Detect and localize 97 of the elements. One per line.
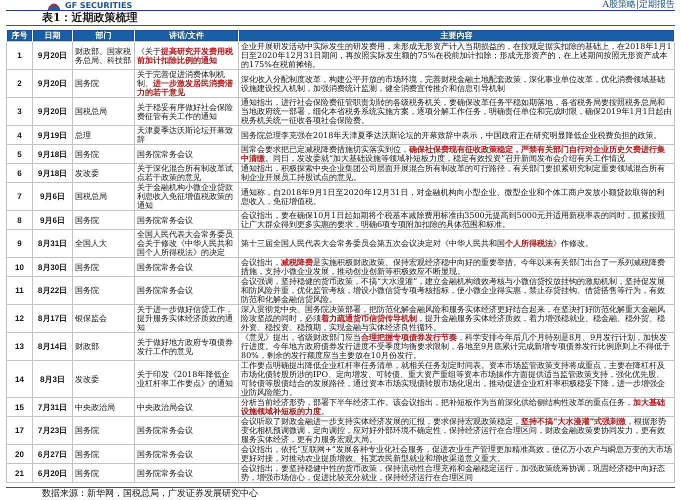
table-cell: 11	[6, 276, 32, 304]
table-cell: 关于深化混合所有制改革试点若干政策的意见	[134, 164, 238, 182]
table-cell: 9月20日	[32, 42, 72, 70]
table-cell: 国务院常务会议	[134, 416, 238, 444]
table-cell: 10	[6, 258, 32, 276]
table-cell: 关于完善促进消费体制机制、进一步激发居民消费潜力的若干意见	[134, 70, 238, 98]
table-cell: 总理	[72, 126, 134, 144]
table-cell: 通知称，自2018年9月1日至2020年12月31日，对金融机构向小型企业、微型企业和个体工商户发放小额贷款取得的利息收入，免征增值税。	[238, 182, 674, 210]
table-cell: 工作要点明确提出降低企业杠杆率任务清单，就相关任务划定时间表。资本市场监管政策支持将成重点，主要在降杠杆及市场化债转股所涉的IPO、定向增发、可转债、重大资产重组等资本市场操作方面提供适当监管政策支持，强化优先股、可转债等股债结合的发展路径，通过资本市场实现债转股市场化退出，推动促进企业杠杆率积极稳妥下降，进一步增强企业防风险能力。	[238, 360, 674, 398]
table-cell: 8月22日	[32, 276, 72, 304]
table-cell: 9月18日	[32, 144, 72, 164]
table-cell: 9月20日	[32, 98, 72, 126]
column-header: 主要内容	[238, 30, 674, 42]
table-cell: 国务院	[72, 464, 134, 482]
table-cell: 6月27日	[32, 444, 72, 464]
table-cell: 8月31日	[32, 230, 72, 258]
table-cell: 国务院	[72, 416, 134, 444]
column-header: 讲话/文件	[134, 30, 238, 42]
table-cell: 深入贯彻党中央、国务院决策部署，把防范化解金融风险和服务实体经济更好结合起来，在坚决打好防范化解重大金融风险攻坚战的同时，必须着力疏通货币信贷传导机制，提升金融服务实体经济质效，着力增强稳就业、稳金融、稳外贸、稳外资、稳投资、稳预期，实现金融与实体经济良性循环。	[238, 304, 674, 332]
table-cell: 国务院常务会议	[134, 144, 238, 164]
table-cell: 1	[6, 42, 32, 70]
table-cell: 关于印发《2018年降低企业杠杆率工作要点》的通知	[134, 360, 238, 398]
table-cell: 国务院	[72, 210, 134, 230]
table-cell: 17	[6, 416, 32, 444]
table-cell: 国务院	[72, 444, 134, 464]
table-cell: 9	[6, 230, 32, 258]
table-cell: 《意见》提出，省级财政部门应当合理把握专项债券发行节奏，科学安排今年后几个月特别是8月、9月发行计划，加快发行进度。今年地方政府债券发行进度不受季度均衡要求限制，各地至9月底累计完成新增专项债券发行比例原则上不得低于80%，剩余的发行额度应当主要放在10月份发行。	[238, 332, 674, 360]
table-cell: 7月23日	[32, 416, 72, 444]
table-cell: 2	[6, 70, 32, 98]
table-cell: 15	[6, 398, 32, 416]
table-cell: 7	[6, 182, 32, 210]
table-cell: 6月20日	[32, 464, 72, 482]
table-cell: 发改委	[72, 164, 134, 182]
table-cell: 21	[6, 464, 32, 482]
table-cell: 关于进一步做好信贷工作，提升服务实体经济质效的通知	[134, 304, 238, 332]
table-cell: 中央政治局会议	[134, 398, 238, 416]
table-cell: 会议指出，依托“互联网+”发展各种专业化社会服务，促进农业生产管理更加精准高效，使亿万小农户与瞬息万变的大市场更好对接，对推动农业提质增效、拓宽农民新型就业和增收渠道意义重大。	[238, 444, 674, 464]
column-header: 部门	[72, 30, 134, 42]
table-cell: 国税总局	[72, 182, 134, 210]
table-cell: 企业开展研发活动中实际发生的研发费用，未形成无形资产计入当期损益的，在按规定据实扣除的基础上，在2018年1月1日至2020年12月31日期间，再按照实际发生额的75%在税前加计扣除；形成无形资产的，在上述期间按照无形资产成本的175%在税前摊销。	[238, 42, 674, 70]
table-cell: 国务院	[72, 276, 134, 304]
table-cell: 国务院总理李克强在2018年天津夏季达沃斯论坛的开幕致辞中表示，中国政府正在研究明显降低企业税费负担的政策。	[238, 126, 674, 144]
table-cell: 7月31日	[32, 398, 72, 416]
table-cell: 国务院	[72, 258, 134, 276]
table-cell: 《关于提高研究开发费用税前加计扣除比例的通知	[134, 42, 238, 70]
table-cell: 9月20日	[32, 70, 72, 98]
table-cell: 国务院常务会议	[134, 464, 238, 482]
table-cell: 国务院	[72, 144, 134, 164]
table-cell: 8月30日	[32, 258, 72, 276]
table-cell: 20	[6, 444, 32, 464]
table-cell: 13	[6, 332, 32, 360]
column-header: 序号	[6, 30, 32, 42]
table-cell: 9月6日	[32, 182, 72, 210]
table-cell: 通知指出，进行社会保险费征管职责划转的各级税务机关，要确保改革任务平稳如期落地，各省税务局要按照税务总局和当地政府统一部署，细化本省税务系统实施方案，逐项分解工作任务，明确责任单位和完成时限，确保2019年1月1日起由税务机关统一征收各项社会保险费。	[238, 98, 674, 126]
table-cell: 8月17日	[32, 304, 72, 332]
table-cell: 国务院常务会议	[134, 276, 238, 304]
table-cell: 14	[6, 360, 32, 398]
table-cell: 8月14日	[32, 332, 72, 360]
table-cell: 国务院常务会议	[134, 210, 238, 230]
table-cell: 中央政治局	[72, 398, 134, 416]
table-cell: 国务院常务会议	[134, 258, 238, 276]
table-cell: 分析当前经济形势，部署下半年经济工作。该会议指出，把补短板作为当前深化供给侧结构性改革的重点任务，加大基础设施领域补短板的力度。	[238, 398, 674, 416]
table-cell: 财政部、国家税务总局、科技部	[72, 42, 134, 70]
table-cell: 国税总局	[72, 98, 134, 126]
table-cell: 天津夏季达沃斯论坛开幕致辞	[134, 126, 238, 144]
table-cell: 会议听取了财政金融进一步支持实体经济发展的汇报，要求保持宏观政策稳定，坚持不搞“大水漫灌”式强刺激，根据形势变化相机预调微调，定向调控，应对好外部环境不确定性，保持经济运行在合理区间，财政金融政策要协同发力，更有效服务实体经济，更有力服务宏观大局。	[238, 416, 674, 444]
table-cell: 深化收入分配制度改革，构建公平开放的市场环境，完善财税金融土地配套政策，深化事业单位改革，优化消费领域基础设施建设投入机制，加强消费统计监测，健全消费宣传推介和信息引导机制	[238, 70, 674, 98]
table-cell: 12	[6, 304, 32, 332]
table-cell: 国务院	[72, 70, 134, 98]
table-cell: 9月6日	[32, 210, 72, 230]
table-cell: 6	[6, 164, 32, 182]
table-cell: 会议强调，坚持稳健的货币政策，不搞“大水漫灌”，建立金融机构绩效考核与小微信贷投放挂钩的激励机制，坚持促发展和防风险并重，优化监管考核，增设小微信贷专项考核指标，使小微企业得实惠，禁止存贷挂钩、借贷搭售等行为，有效防范和化解金融信贷风险。	[238, 276, 674, 304]
table-cell: 5	[6, 144, 32, 164]
table-cell: 国常会要求把已定减税降费措施切实落实到位，确保社保费现有征收政策稳定，严禁有关部门自行对企业历史欠费进行集中清缴。同日，发改委就“加大基础设施等领域补短板力度，稳定有效投资”召开新闻发布会介绍有关工作情况	[238, 144, 674, 164]
table-cell: 全国人民代表大会常务委员会关于修改《中华人民共和国个人所得税法》的决定	[134, 230, 238, 258]
brand-name: GF SECURITIES	[65, 1, 132, 10]
table-cell: 会议指出，要坚持稳健中性的货币政策，保持流动性合理充裕和金融稳定运行，加强政策统筹协调，巩固经济稳中向好态势，增强市场信心，促进比较充分就业，保持经济运行在合理区间	[238, 464, 674, 482]
table-cell: 关于金融机构小微企业贷款利息收入免征增值税政策的通知	[134, 182, 238, 210]
table-cell: 3	[6, 98, 32, 126]
table-cell: 9月19日	[32, 126, 72, 144]
table-cell: 财政部	[72, 332, 134, 360]
table-cell: 银保监会	[72, 304, 134, 332]
table-cell: 8月3日	[32, 360, 72, 398]
table-cell: 国务院常务会议	[134, 444, 238, 464]
table-cell: 会议指出，减税降费是实施积极财政政策、保持宏观经济稳中向好的重要举措。今年以来有关部门出台了一系列减税降费措施，支持小微企业发展，推动创业创新等积极效应不断显现。	[238, 258, 674, 276]
table-title: 表1：近期政策梳理	[6, 11, 675, 26]
table-cell: 9月18日	[32, 164, 72, 182]
table-cell: 发改委	[72, 360, 134, 398]
table-cell: 全国人大	[72, 230, 134, 258]
source-note: 数据来源：新华网，国税总局，广发证券发展研究中心	[6, 487, 675, 500]
table-cell: 4	[6, 126, 32, 144]
table-cell: 8	[6, 210, 32, 230]
table-cell: 关于稳妥有序做好社会保险费征管有关工作的通知	[134, 98, 238, 126]
table-cell: 通知指出，积极探索中央企业集团公司层面开展混合所有制改革的可行路径，有关部门要抓紧研究制定重要领域混合所有制企业开展员工持股试点的意见。	[238, 164, 674, 182]
table-cell: 关于做好地方政府专项债券发行工作的意见	[134, 332, 238, 360]
table-cell: 第十三届全国人民代表大会常务委员会第五次会议决定对《中华人民共和国个人所得税法》作修改。	[238, 230, 674, 258]
table-cell: 会议指出，要在确保10月1日起如期将个税基本减除费用标准由3500元提高到5000元并适用新税率表的同时，抓紧按照让广大群众得到更多实惠的要求，明确6项专项附加扣除的具体范围和标准。	[238, 210, 674, 230]
